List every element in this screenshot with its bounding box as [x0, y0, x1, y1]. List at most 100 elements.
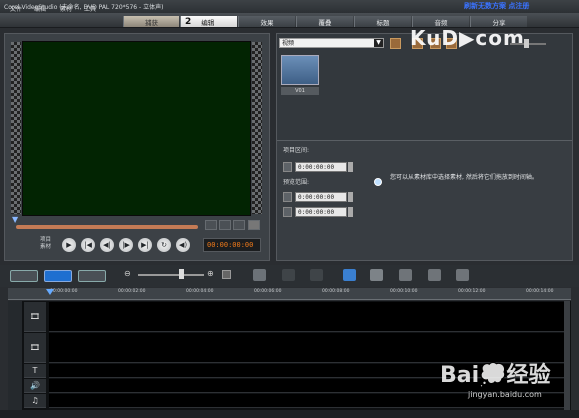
- video-track-header[interactable]: 🎞: [24, 302, 46, 332]
- preview-range-label: 预览范围:: [283, 179, 310, 186]
- overlay-track-icon: 🎞: [29, 343, 41, 352]
- home-button[interactable]: |◀: [81, 238, 95, 252]
- playhead-icon[interactable]: [46, 289, 54, 295]
- kudou-watermark: KuD▶com: [410, 26, 525, 50]
- music-track-header[interactable]: ♫: [24, 394, 46, 408]
- zoom-out-icon[interactable]: ⊖: [124, 269, 131, 278]
- repeat-icon: ↻: [161, 241, 167, 249]
- tab-edit[interactable]: 2 编辑: [180, 16, 237, 27]
- baidu-watermark: Bai💭经验: [440, 363, 551, 388]
- range-start-icon: [283, 192, 292, 202]
- ruler-tick: 00:00:06:00: [254, 289, 282, 294]
- zoom-slider[interactable]: [138, 274, 204, 276]
- volume-button[interactable]: ◀): [176, 238, 190, 252]
- chevron-down-icon[interactable]: ▼: [374, 39, 383, 47]
- project-clip-toggle[interactable]: 项目 素材: [40, 237, 56, 251]
- menu-tools[interactable]: 工具: [84, 4, 96, 13]
- previous-frame-button[interactable]: ◀|: [100, 238, 114, 252]
- timeline-ruler[interactable]: [8, 288, 571, 300]
- project-duration-field[interactable]: 0:00:00:00: [295, 162, 347, 172]
- track-side-strip: [8, 301, 22, 410]
- checker-border-left: [11, 42, 21, 214]
- track-manager-icon[interactable]: [399, 269, 412, 281]
- audio-view-button[interactable]: [78, 270, 106, 282]
- smart-proxy-icon[interactable]: [343, 269, 356, 281]
- ruler-tick: 00:00:14:00: [526, 289, 554, 294]
- zoom-in-icon[interactable]: ⊕: [207, 269, 214, 278]
- end-button[interactable]: ▶|: [138, 238, 152, 252]
- tab-capture[interactable]: 捕获: [123, 16, 179, 27]
- insert-media-icon[interactable]: [253, 269, 266, 281]
- title-track-header[interactable]: T: [24, 364, 46, 378]
- fit-to-window-button[interactable]: [222, 270, 231, 279]
- tab-effect-label: 效果: [260, 18, 274, 27]
- timeline-scrollbar[interactable]: [564, 301, 570, 410]
- menu-edit[interactable]: 编辑: [34, 4, 46, 13]
- volume-icon: ◀): [178, 241, 188, 249]
- tab-overlay[interactable]: 覆叠: [296, 16, 353, 27]
- play-icon: ▶: [66, 241, 72, 249]
- register-link[interactable]: 刷新无数方案 点注册: [464, 1, 529, 11]
- subtitle-icon[interactable]: [456, 269, 469, 281]
- tab-effect[interactable]: 效果: [238, 16, 295, 27]
- tab-audio-label: 音频: [434, 18, 448, 27]
- range-start-field[interactable]: 0:00:00:00: [295, 192, 347, 202]
- tab-share-label: 分享: [492, 18, 506, 27]
- range-start-stepper[interactable]: [348, 192, 353, 202]
- voice-track-icon: 🔊: [30, 381, 40, 390]
- thumbnail-caption: V01: [281, 87, 319, 95]
- ruler-tick: 00:00:00:00: [50, 289, 78, 294]
- duration-icon: [283, 162, 292, 172]
- mark-out-button[interactable]: [219, 220, 231, 230]
- next-frame-icon: |▶: [122, 241, 130, 249]
- project-duration-label: 项目区间:: [283, 147, 310, 154]
- menu-file[interactable]: 文件: [10, 4, 22, 13]
- video-track[interactable]: [49, 302, 564, 332]
- info-icon: [374, 178, 382, 186]
- bottom-bar: [0, 410, 579, 418]
- batch-convert-icon[interactable]: [370, 269, 383, 281]
- timecode-display[interactable]: 00:00:00:00: [203, 238, 261, 252]
- tab-capture-label: 捕获: [145, 18, 158, 27]
- mark-in-button[interactable]: [205, 220, 217, 230]
- timeline-view-button[interactable]: [44, 270, 72, 282]
- repeat-button[interactable]: ↻: [157, 238, 171, 252]
- duration-stepper[interactable]: [348, 162, 353, 172]
- baidu-watermark-url: jingyan.baidu.com: [468, 390, 542, 399]
- overlay-track-header[interactable]: 🎞: [24, 333, 46, 363]
- tab-title[interactable]: 标题: [354, 16, 411, 27]
- scrubber-bar[interactable]: [16, 225, 198, 229]
- redo-icon[interactable]: [310, 269, 323, 281]
- chapter-point-icon[interactable]: [428, 269, 441, 281]
- skip-start-icon: |◀: [84, 241, 92, 249]
- next-frame-button[interactable]: |▶: [119, 238, 133, 252]
- cut-clip-button[interactable]: [233, 220, 245, 230]
- library-category-select[interactable]: 视频: [279, 38, 384, 48]
- undo-icon[interactable]: [282, 269, 295, 281]
- tab-title-label: 标题: [376, 18, 390, 27]
- menu-clip[interactable]: 素材: [60, 4, 72, 13]
- preview-screen: [22, 41, 251, 216]
- play-button[interactable]: ▶: [62, 238, 76, 252]
- expand-preview-button[interactable]: [248, 220, 260, 230]
- zoom-slider-knob[interactable]: [179, 269, 184, 279]
- range-end-icon: [283, 207, 292, 217]
- video-thumbnail[interactable]: [281, 55, 319, 85]
- folder-icon[interactable]: [390, 38, 401, 49]
- checker-border-right: [252, 42, 262, 214]
- range-end-stepper[interactable]: [348, 207, 353, 217]
- slider-knob[interactable]: [524, 39, 529, 48]
- range-end-field[interactable]: 0:00:00:00: [295, 207, 347, 217]
- voice-track-header[interactable]: 🔊: [24, 379, 46, 393]
- tab-overlay-label: 覆叠: [318, 18, 332, 27]
- hint-text: 您可以从素材库中选择素材, 然后将它们拖放到时间轴。: [390, 174, 538, 181]
- storyboard-view-button[interactable]: [10, 270, 38, 282]
- music-track-icon: ♫: [31, 396, 39, 405]
- ruler-tick: 00:00:12:00: [458, 289, 486, 294]
- title-track-icon: T: [32, 366, 38, 375]
- prev-frame-icon: ◀|: [103, 241, 111, 249]
- trim-marker-icon[interactable]: ▼: [12, 215, 20, 224]
- ruler-tick: 00:00:10:00: [390, 289, 418, 294]
- ruler-tick: 00:00:04:00: [186, 289, 214, 294]
- skip-end-icon: ▶|: [141, 241, 149, 249]
